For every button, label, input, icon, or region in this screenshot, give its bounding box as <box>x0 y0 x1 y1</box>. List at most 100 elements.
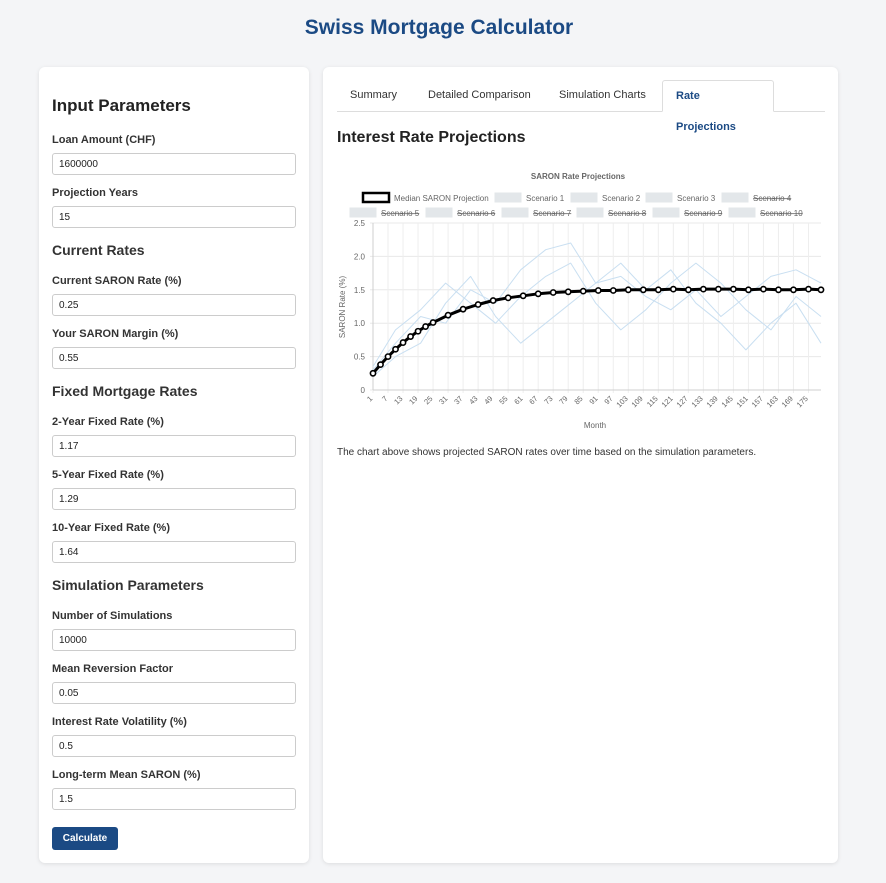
legend-label: Scenario 2 <box>602 194 641 203</box>
x-tick-label: 13 <box>392 394 404 406</box>
median-point <box>805 285 812 293</box>
x-tick-label: 175 <box>795 394 810 409</box>
legend-swatch <box>728 207 756 218</box>
x-tick-label: 121 <box>660 394 675 409</box>
current-rates-section-title: Current Rates <box>52 242 145 258</box>
legend-label: Scenario 10 <box>760 209 803 218</box>
median-point <box>399 339 407 346</box>
x-tick-label: 97 <box>602 394 614 406</box>
median-point <box>714 285 722 293</box>
calculate-button[interactable]: Calculate <box>52 827 118 850</box>
tab-summary[interactable]: Summary <box>337 80 410 111</box>
median-point <box>684 286 692 294</box>
legend-label: Scenario 8 <box>608 209 647 218</box>
x-tick-label: 127 <box>675 394 690 409</box>
x-tick-label: 157 <box>750 394 765 409</box>
x-tick-label: 43 <box>467 394 479 406</box>
median-point <box>564 288 572 296</box>
saron-chart-svg: SARON Rate Projections SARON Rate (%) Mo… <box>338 172 825 430</box>
median-point <box>459 305 467 313</box>
legend-label: Scenario 3 <box>677 194 716 203</box>
legend-swatch <box>576 207 604 218</box>
y-tick-label: 2.0 <box>354 252 366 261</box>
median-point <box>699 285 707 293</box>
tab-simulation-charts[interactable]: Simulation Charts <box>546 80 659 111</box>
saron-margin-input[interactable] <box>52 347 296 369</box>
fixed-10y-input[interactable] <box>52 541 296 563</box>
x-tick-label: 25 <box>422 394 434 406</box>
median-point <box>377 361 384 369</box>
legend-swatch <box>721 192 749 203</box>
median-point <box>669 285 677 293</box>
median-line <box>371 287 823 375</box>
median-point <box>392 345 399 353</box>
median-point <box>504 294 512 302</box>
loan-amount-input[interactable] <box>52 153 296 175</box>
x-tick-label: 91 <box>587 394 599 406</box>
median-point <box>422 323 429 330</box>
median-point <box>760 285 767 293</box>
fixed-rates-section-title: Fixed Mortgage Rates <box>52 383 198 399</box>
legend-label: Median SARON Projection <box>394 194 489 203</box>
median-point <box>549 289 557 296</box>
median-point <box>609 287 617 294</box>
projection-years-input[interactable] <box>52 206 296 228</box>
median-point <box>534 290 542 298</box>
chart-x-axis-label: Month <box>584 421 606 430</box>
fixed-2y-input[interactable] <box>52 435 296 457</box>
mean-reversion-input[interactable] <box>52 682 296 704</box>
legend-swatch <box>652 207 680 218</box>
mean-reversion-label: Mean Reversion Factor <box>52 663 174 675</box>
num-simulations-label: Number of Simulations <box>52 610 173 622</box>
volatility-label: Interest Rate Volatility (%) <box>52 716 187 728</box>
median-point <box>474 301 482 308</box>
x-tick-label: 133 <box>690 394 705 409</box>
median-point <box>519 292 527 300</box>
long-term-mean-input[interactable] <box>52 788 296 810</box>
median-point <box>369 369 377 377</box>
y-tick-label: 2.5 <box>354 219 366 228</box>
x-tick-label: 79 <box>557 394 569 406</box>
x-tick-label: 85 <box>572 394 584 406</box>
volatility-input[interactable] <box>52 735 296 757</box>
x-tick-label: 169 <box>780 394 795 409</box>
median-point <box>817 286 825 294</box>
x-tick-label: 61 <box>512 394 524 406</box>
y-tick-label: 1.0 <box>354 319 366 328</box>
x-tick-label: 31 <box>437 394 449 406</box>
fixed-2y-label: 2-Year Fixed Rate (%) <box>52 416 164 428</box>
legend-label: Scenario 1 <box>526 194 565 203</box>
x-tick-label: 139 <box>705 394 720 409</box>
x-tick-label: 67 <box>527 394 539 406</box>
x-tick-label: 163 <box>765 394 780 409</box>
projection-years-label: Projection Years <box>52 187 139 199</box>
median-point <box>407 333 414 340</box>
num-simulations-input[interactable] <box>52 629 296 651</box>
median-point <box>775 286 782 294</box>
x-tick-label: 7 <box>380 394 389 403</box>
input-parameters-panel: Input Parameters Loan Amount (CHF) Proje… <box>39 67 309 863</box>
rate-projections-title: Interest Rate Projections <box>337 129 526 146</box>
current-saron-input[interactable] <box>52 294 296 316</box>
chart-y-axis-label: SARON Rate (%) <box>338 276 347 339</box>
tab-detailed-comparison[interactable]: Detailed Comparison <box>415 80 544 111</box>
y-tick-label: 1.5 <box>354 286 366 295</box>
x-tick-label: 55 <box>497 394 509 406</box>
current-saron-label: Current SARON Rate (%) <box>52 275 182 287</box>
x-tick-label: 151 <box>735 394 750 409</box>
y-tick-label: 0.5 <box>354 353 366 362</box>
median-point <box>444 311 452 319</box>
legend-label: Scenario 5 <box>381 209 420 218</box>
x-tick-label: 115 <box>645 394 660 409</box>
median-point <box>594 287 602 294</box>
median-point <box>414 327 422 335</box>
fixed-5y-input[interactable] <box>52 488 296 510</box>
simulation-section-title: Simulation Parameters <box>52 577 204 593</box>
tab-rate-projections[interactable]: Rate Projections <box>662 80 774 133</box>
x-tick-label: 103 <box>614 394 629 409</box>
legend-swatch <box>494 192 522 203</box>
median-point <box>489 297 497 304</box>
scenario-line <box>372 242 822 371</box>
y-tick-label: 0 <box>361 386 366 395</box>
x-tick-label: 19 <box>407 394 419 406</box>
